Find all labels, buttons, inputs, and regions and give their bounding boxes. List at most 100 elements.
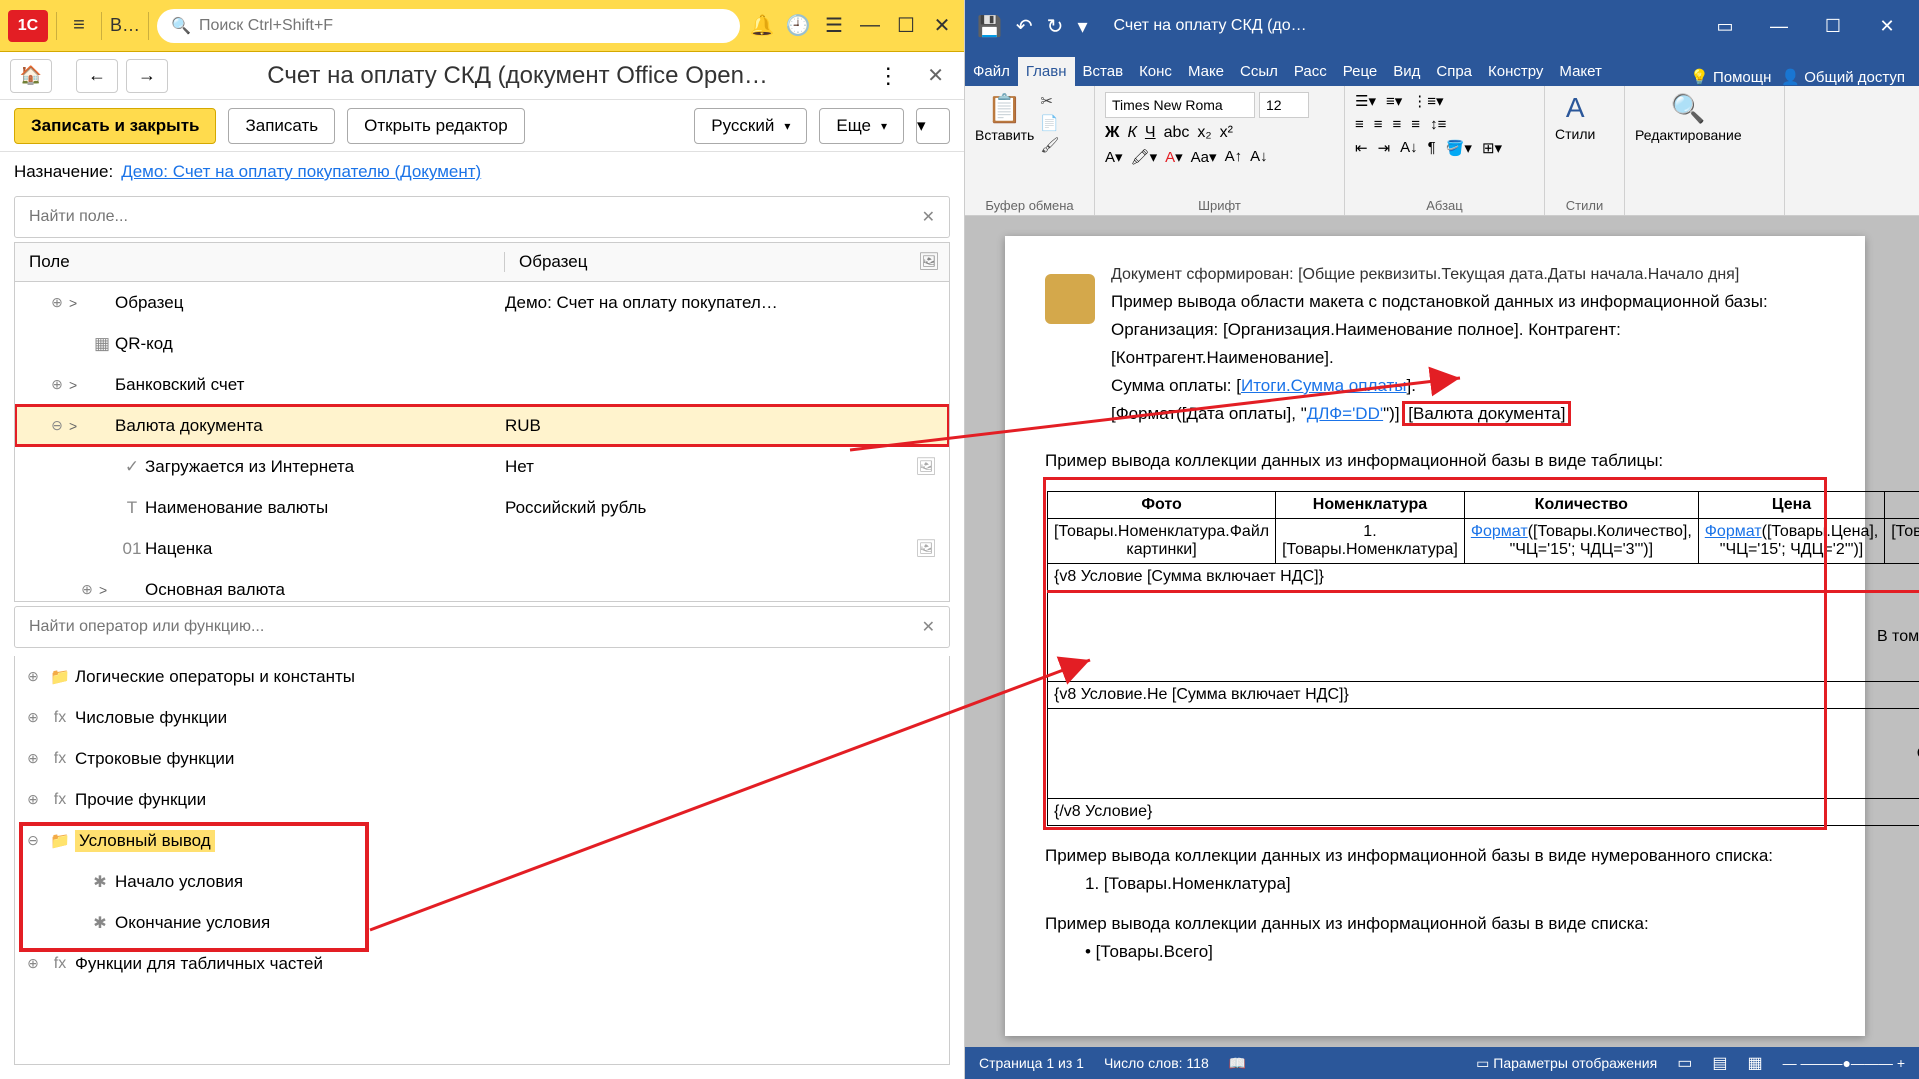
format-painter-icon[interactable]: 🖌 (1040, 136, 1059, 154)
tree-row[interactable]: ⊕>Банковский счет (15, 364, 949, 405)
zoom-slider[interactable]: — ———●——— + (1783, 1055, 1905, 1071)
web-layout-icon[interactable]: ▦ (1747, 1053, 1762, 1073)
settings-icon[interactable]: ☰ (820, 12, 848, 40)
display-params[interactable]: ▭ Параметры отображения (1476, 1055, 1657, 1072)
bell-icon[interactable]: 🔔 (748, 12, 776, 40)
shading-icon[interactable]: 🪣▾ (1446, 139, 1472, 157)
ribbon-tab[interactable]: Встав (1075, 57, 1132, 86)
func-row[interactable]: ⊕fxПрочие функции (15, 779, 949, 820)
save-button[interactable]: Записать (228, 108, 335, 144)
numbering-icon[interactable]: ≡▾ (1386, 92, 1402, 110)
ribbon-tab[interactable]: Ссыл (1232, 57, 1286, 86)
assignment-link[interactable]: Демо: Счет на оплату покупателю (Докумен… (121, 162, 481, 182)
font-size-combo[interactable]: 12 (1259, 92, 1309, 118)
tree-row[interactable]: ✓Загружается из ИнтернетаНет🖼 (15, 446, 949, 487)
extra-dropdown[interactable]: ▾ (916, 108, 950, 144)
func-row[interactable]: ⊕fxЧисловые функции (15, 697, 949, 738)
font-color-icon[interactable]: A▾ (1165, 148, 1183, 166)
open-editor-button[interactable]: Открыть редактор (347, 108, 525, 144)
copy-icon[interactable]: 📄 (1040, 114, 1059, 132)
spell-check-icon[interactable]: 📖 (1229, 1055, 1246, 1072)
superscript-icon[interactable]: x² (1220, 124, 1233, 142)
chevron-icon[interactable]: > (69, 377, 89, 393)
align-left-icon[interactable]: ≡ (1355, 116, 1364, 133)
expand-icon[interactable]: ⊕ (21, 791, 45, 808)
bullets-icon[interactable]: ☰▾ (1355, 92, 1376, 110)
column-sample[interactable]: Образец (505, 252, 909, 272)
global-search[interactable]: 🔍 (157, 9, 740, 43)
align-center-icon[interactable]: ≡ (1374, 116, 1383, 133)
chevron-icon[interactable]: > (99, 582, 119, 598)
minimize-icon[interactable]: — (856, 12, 884, 40)
expand-icon[interactable]: ⊖ (45, 417, 69, 434)
grow-font-icon[interactable]: A↑ (1225, 148, 1243, 166)
find-func-input[interactable] (29, 618, 914, 636)
paste-button[interactable]: 📋 Вставить (975, 92, 1034, 143)
close-icon[interactable]: ✕ (928, 12, 956, 40)
more-dropdown[interactable]: Еще (819, 108, 904, 144)
expand-icon[interactable]: ⊕ (21, 955, 45, 972)
back-button[interactable]: ← (76, 59, 118, 93)
expand-icon[interactable]: ⊕ (21, 668, 45, 685)
expand-icon[interactable]: ⊕ (21, 750, 45, 767)
customize-qat-icon[interactable]: ▾ (1077, 14, 1087, 39)
expand-icon[interactable]: ⊕ (21, 709, 45, 726)
show-marks-icon[interactable]: ¶ (1428, 139, 1436, 157)
text-effects-icon[interactable]: A▾ (1105, 148, 1123, 166)
decrease-indent-icon[interactable]: ⇤ (1355, 139, 1368, 157)
print-layout-icon[interactable]: ▤ (1712, 1053, 1727, 1073)
breadcrumb[interactable]: В… (110, 15, 140, 36)
forward-button[interactable]: → (126, 59, 168, 93)
language-dropdown[interactable]: Русский (694, 108, 807, 144)
tree-row[interactable]: ⊕>Основная валюта (15, 569, 949, 602)
subscript-icon[interactable]: x₂ (1197, 124, 1211, 142)
save-icon[interactable]: 💾 (977, 14, 1002, 39)
ribbon-tab[interactable]: Макет (1551, 57, 1609, 86)
strike-icon[interactable]: abc (1164, 124, 1190, 142)
highlight-icon[interactable]: 🖍▾ (1131, 148, 1158, 166)
func-row[interactable]: ⊕fxФункции для табличных частей (15, 943, 949, 984)
tree-row[interactable]: 01Наценка🖼 (15, 528, 949, 569)
ribbon-tab[interactable]: Констру (1480, 57, 1551, 86)
multilevel-icon[interactable]: ⋮≡▾ (1412, 92, 1443, 110)
ribbon-tab[interactable]: Маке (1180, 57, 1232, 86)
underline-icon[interactable]: Ч (1145, 124, 1156, 142)
editing-button[interactable]: 🔍Редактирование (1635, 92, 1742, 143)
help-button[interactable]: 💡 Помощн (1690, 68, 1771, 86)
func-row[interactable]: ⊖📁Условный вывод (15, 820, 949, 861)
ribbon-tab[interactable]: Вид (1385, 57, 1428, 86)
save-close-button[interactable]: Записать и закрыть (14, 108, 216, 144)
search-input[interactable] (199, 17, 726, 35)
history-icon[interactable]: 🕘 (784, 12, 812, 40)
close-tab-icon[interactable]: ✕ (917, 63, 954, 88)
func-row[interactable]: ⊕📁Логические операторы и константы (15, 656, 949, 697)
func-row[interactable]: ✱Окончание условия (15, 902, 949, 943)
ribbon-tab[interactable]: Файл (965, 57, 1018, 86)
borders-icon[interactable]: ⊞▾ (1482, 139, 1502, 157)
picture-icon[interactable]: 🖼 (915, 457, 937, 477)
styles-button[interactable]: AСтили (1555, 92, 1595, 142)
expand-icon[interactable]: ⊕ (45, 376, 69, 393)
tree-row[interactable]: ⊖>Валюта документаRUB (15, 405, 949, 446)
maximize-icon[interactable]: ☐ (1813, 6, 1853, 46)
bold-icon[interactable]: Ж (1105, 124, 1119, 142)
picture-icon[interactable]: 🖼 (915, 539, 937, 559)
page-indicator[interactable]: Страница 1 из 1 (979, 1055, 1084, 1071)
align-right-icon[interactable]: ≡ (1393, 116, 1402, 133)
share-button[interactable]: 👤 Общий доступ (1781, 68, 1905, 86)
tree-row[interactable]: TНаименование валютыРоссийский рубль (15, 487, 949, 528)
home-button[interactable]: 🏠 (10, 59, 52, 93)
line-spacing-icon[interactable]: ↕≡ (1430, 116, 1446, 133)
word-count[interactable]: Число слов: 118 (1104, 1055, 1209, 1071)
expand-icon[interactable]: ⊕ (75, 581, 99, 598)
func-row[interactable]: ✱Начало условия (15, 861, 949, 902)
increase-indent-icon[interactable]: ⇥ (1378, 139, 1391, 157)
expand-icon[interactable]: ⊕ (45, 294, 69, 311)
menu-icon[interactable]: ≡ (65, 12, 93, 40)
find-field-input[interactable] (29, 208, 914, 226)
maximize-icon[interactable]: ☐ (892, 12, 920, 40)
minimize-icon[interactable]: — (1759, 6, 1799, 46)
shrink-font-icon[interactable]: A↓ (1250, 148, 1268, 166)
italic-icon[interactable]: К (1127, 124, 1136, 142)
ribbon-options-icon[interactable]: ▭ (1705, 6, 1745, 46)
